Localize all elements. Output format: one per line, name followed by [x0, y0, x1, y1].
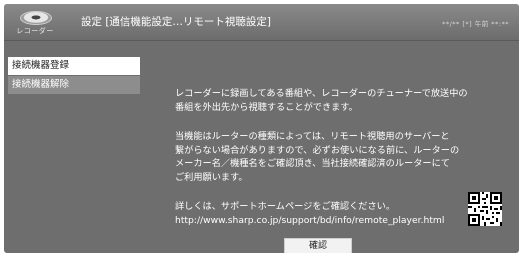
datetime-display: **/** [*] 午前 **:** — [442, 20, 509, 28]
logo-label: レコーダー — [16, 27, 54, 35]
description-paragraph-1: レコーダーに録画してある番組や、レコーダーのチューナーで放送中の 番組を外出先か… — [175, 87, 505, 114]
disc-icon — [20, 11, 52, 25]
side-menu: 接続機器登録 接続機器解除 — [8, 57, 140, 94]
page-title: 設定 [通信機能設定…リモート視聴設定] — [81, 16, 272, 28]
text-line: レコーダーに録画してある番組や、レコーダーのチューナーで放送中の — [175, 88, 468, 99]
text-line: メーカー名／機種名をご確認頂き、当社接続確認済のルーターにて — [175, 158, 450, 169]
menu-item-unregister-device[interactable]: 接続機器解除 — [8, 76, 140, 94]
description-text: レコーダーに録画してある番組や、レコーダーのチューナーで放送中の 番組を外出先か… — [175, 87, 505, 227]
text-line: 当機能はルーターの種類によっては、リモート視聴用のサーバーと — [175, 131, 450, 142]
text-line: ご利用願います。 — [175, 171, 248, 183]
qr-code-icon — [468, 192, 502, 226]
confirm-button[interactable]: 確認 — [284, 238, 352, 253]
header-bar: レコーダー 設定 [通信機能設定…リモート視聴設定] **/** [*] 午前 … — [4, 4, 519, 41]
tv-frame: レコーダー 設定 [通信機能設定…リモート視聴設定] **/** [*] 午前 … — [0, 0, 523, 257]
text-line: 番組を外出先から視聴することができます。 — [175, 101, 358, 113]
menu-item-register-device[interactable]: 接続機器登録 — [8, 57, 140, 75]
text-line: 詳しくは、サポートホームページをご確認ください。 — [175, 201, 396, 212]
recorder-logo: レコーダー — [10, 9, 58, 37]
description-paragraph-2: 当機能はルーターの種類によっては、リモート視聴用のサーバーと 繋がらない場合があ… — [175, 130, 505, 184]
settings-screen: レコーダー 設定 [通信機能設定…リモート視聴設定] **/** [*] 午前 … — [4, 4, 519, 253]
support-url: http://www.sharp.co.jp/support/bd/info/r… — [175, 214, 445, 226]
text-line: 繋がらない場合がありますので、必ずお使いになる前に、ルーターの — [175, 144, 460, 156]
description-paragraph-3: 詳しくは、サポートホームページをご確認ください。 http://www.shar… — [175, 200, 505, 227]
